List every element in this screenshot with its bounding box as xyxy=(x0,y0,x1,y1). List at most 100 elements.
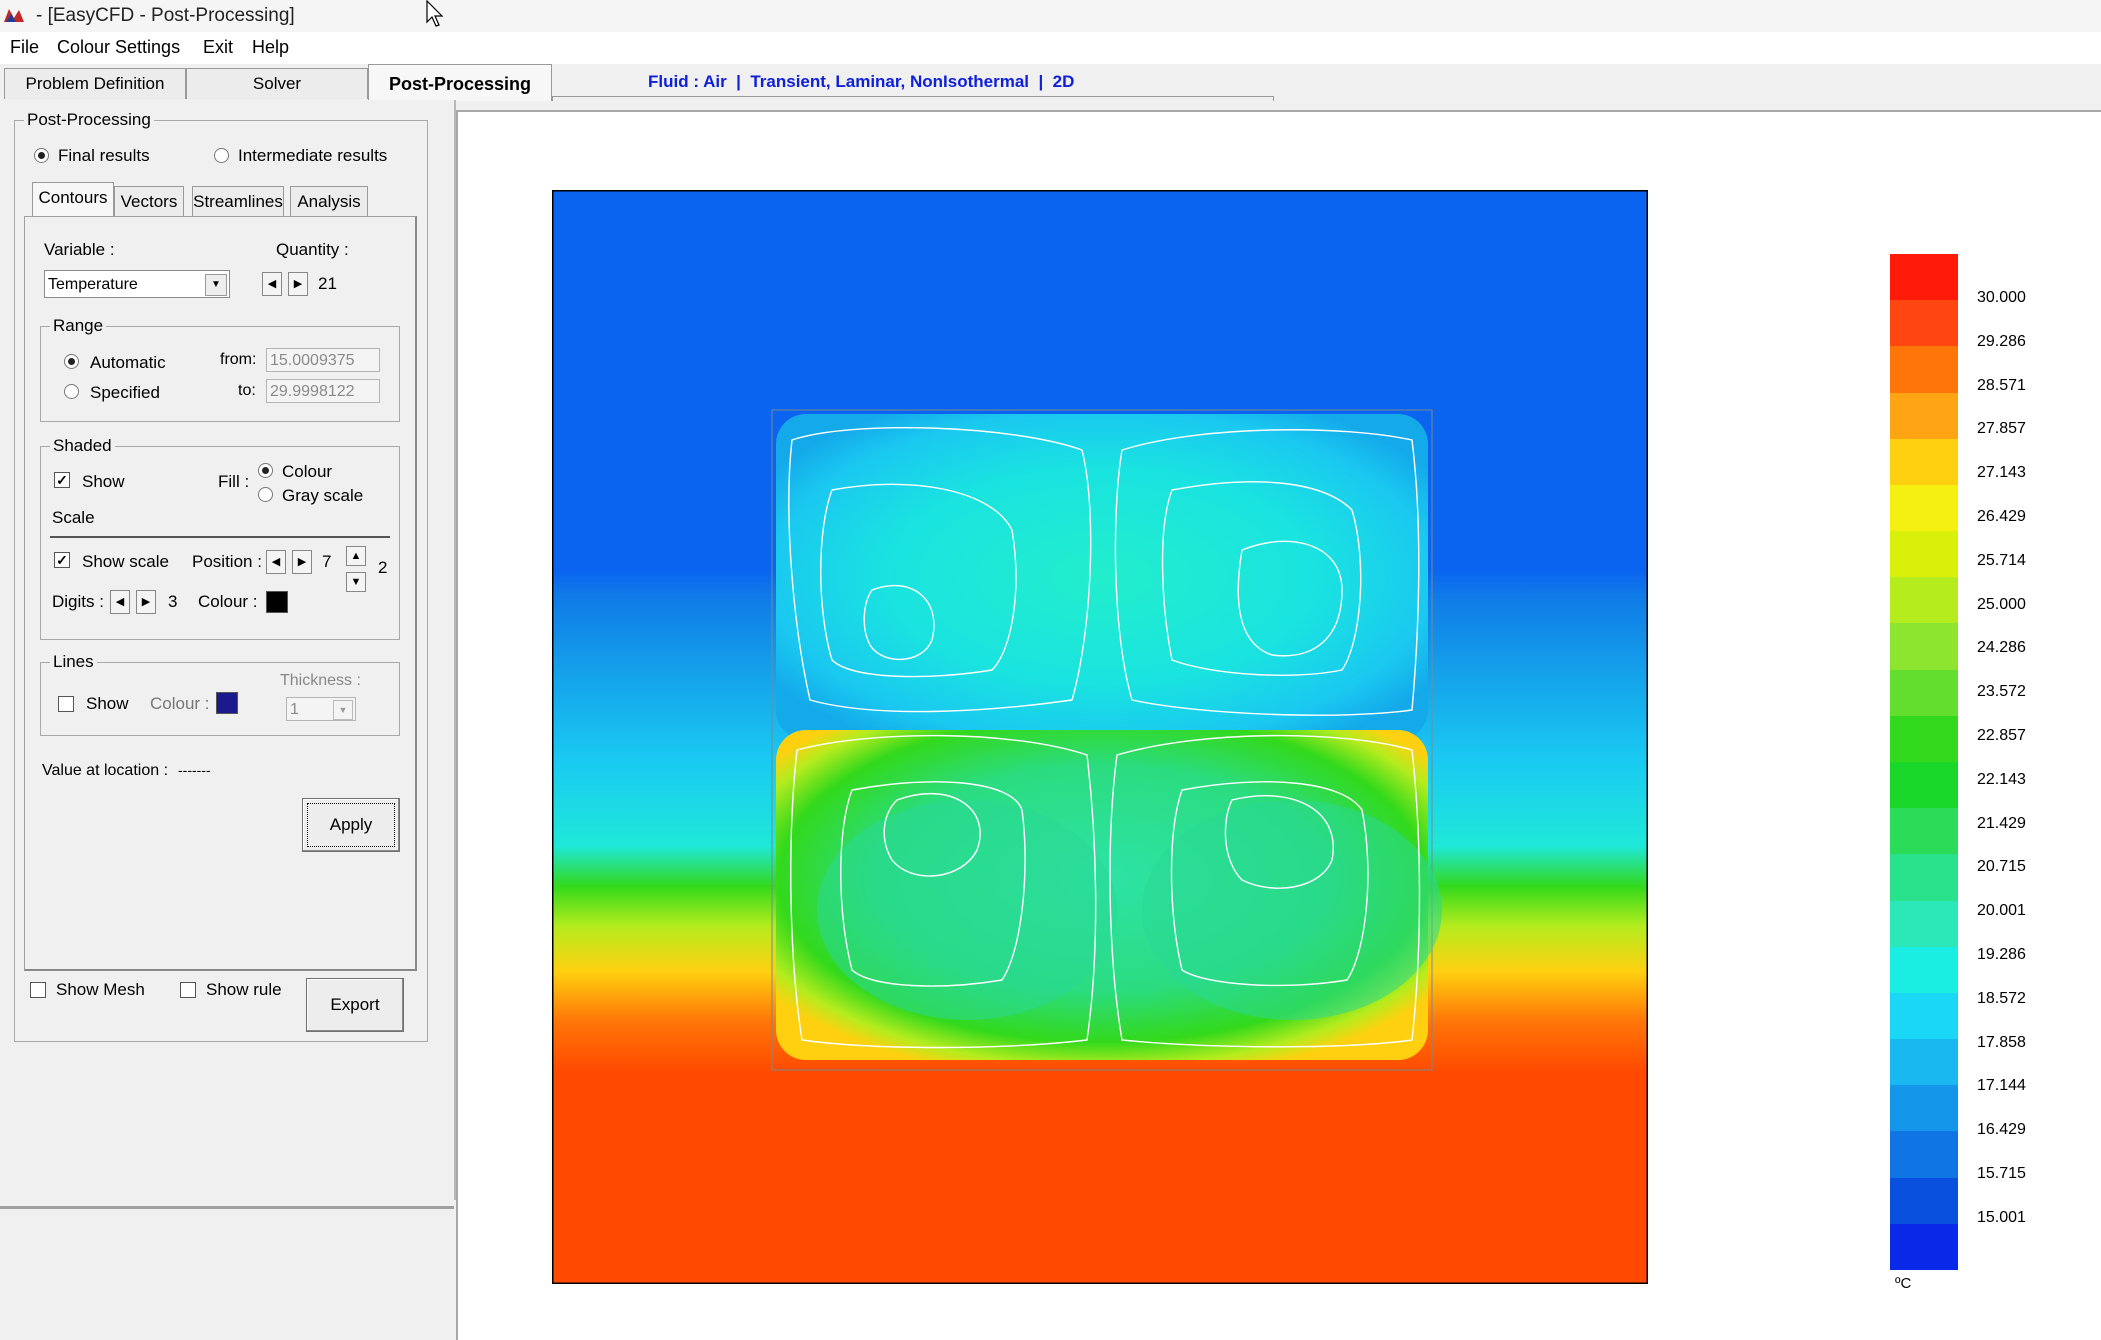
lower-right-cell-core xyxy=(1142,800,1442,1020)
digits-value: 3 xyxy=(168,592,178,611)
colorbar-segment xyxy=(1890,1085,1958,1132)
lines-colour-swatch[interactable] xyxy=(216,692,238,714)
range-from-label: from: xyxy=(220,351,257,368)
thickness-value: 1 xyxy=(290,701,299,718)
colorbar-tick-label: 17.144 xyxy=(1977,1077,2026,1095)
quantity-decrease-button[interactable]: ◀ xyxy=(262,272,282,296)
apply-button[interactable]: Apply xyxy=(302,798,400,852)
main-tab-row: Problem Definition Solver Post-Processin… xyxy=(0,64,2101,101)
export-button[interactable]: Export xyxy=(306,978,404,1032)
colorbar-tick-label: 24.286 xyxy=(1977,639,2026,657)
final-results-radio[interactable] xyxy=(34,148,49,163)
title-bar: - [EasyCFD - Post-Processing] xyxy=(0,0,2101,32)
colorbar-segment xyxy=(1890,992,1958,1040)
tab-problem-definition[interactable]: Problem Definition xyxy=(4,68,186,99)
colorbar-segment xyxy=(1890,1039,1958,1086)
menu-colour-settings[interactable]: Colour Settings xyxy=(57,37,180,58)
range-automatic-label: Automatic xyxy=(90,353,166,372)
subtab-analysis[interactable]: Analysis xyxy=(290,186,368,217)
colorbar-tick-label: 22.857 xyxy=(1977,727,2026,744)
thickness-label: Thickness : xyxy=(280,672,361,689)
colorbar-segment xyxy=(1890,1177,1958,1225)
subtab-streamlines[interactable]: Streamlines xyxy=(192,186,284,217)
digits-label: Digits : xyxy=(52,592,104,611)
menu-exit[interactable]: Exit xyxy=(203,37,233,58)
scale-divider xyxy=(50,536,390,538)
digits-increase-button[interactable]: ▶ xyxy=(136,590,156,614)
scale-colour-swatch[interactable] xyxy=(266,591,288,613)
colorbar-unit: ºC xyxy=(1895,1275,1912,1292)
colorbar-tick-label: 17.858 xyxy=(1977,1033,2026,1051)
colorbar-tick-label: 27.143 xyxy=(1977,464,2026,482)
variable-value: Temperature xyxy=(48,276,138,293)
value-at-location-label: Value at location : xyxy=(42,762,169,779)
app-logo-icon xyxy=(4,9,24,22)
fill-label: Fill : xyxy=(218,472,250,491)
show-mesh-checkbox[interactable] xyxy=(30,982,46,998)
menu-bar: File Colour Settings Exit Help xyxy=(0,32,2101,65)
tab-solver[interactable]: Solver xyxy=(186,68,368,99)
post-processing-group-title: Post-Processing xyxy=(24,110,154,130)
colorbar xyxy=(1890,254,1958,1271)
tab-strip-edge xyxy=(552,96,1274,101)
show-scale-checkbox[interactable]: ✓ xyxy=(54,552,70,568)
variable-label: Variable : xyxy=(44,240,115,259)
position-decrease-button[interactable]: ◀ xyxy=(266,550,286,574)
colorbar-segment xyxy=(1890,346,1958,394)
show-mesh-label: Show Mesh xyxy=(56,980,145,999)
colorbar-segment xyxy=(1890,669,1958,717)
intermediate-results-label: Intermediate results xyxy=(238,146,388,165)
position-down-button[interactable]: ▼ xyxy=(346,572,366,592)
chevron-down-icon[interactable]: ▼ xyxy=(333,700,353,720)
range-specified-radio[interactable] xyxy=(64,384,79,399)
range-automatic-radio[interactable] xyxy=(64,354,79,369)
final-results-label: Final results xyxy=(58,146,150,165)
lower-left-cell-core xyxy=(817,800,1117,1020)
colorbar-tick-label: 23.572 xyxy=(1977,683,2026,701)
menu-help[interactable]: Help xyxy=(252,37,289,58)
colorbar-segment xyxy=(1890,946,1958,994)
range-from-field[interactable]: 15.0009375 xyxy=(266,348,380,372)
scale-colour-label: Colour : xyxy=(198,592,258,611)
menu-file[interactable]: File xyxy=(10,37,39,58)
lines-show-label: Show xyxy=(86,694,129,713)
fill-gray-scale-radio[interactable] xyxy=(258,487,273,502)
variable-select[interactable]: Temperature ▼ xyxy=(44,270,230,298)
position-up-button[interactable]: ▲ xyxy=(346,546,366,566)
range-to-field[interactable]: 29.9998122 xyxy=(266,379,380,403)
shaded-show-checkbox[interactable]: ✓ xyxy=(54,472,70,488)
mouse-cursor-icon xyxy=(426,0,444,27)
subtab-vectors[interactable]: Vectors xyxy=(114,186,184,217)
quantity-increase-button[interactable]: ▶ xyxy=(288,272,308,296)
colorbar-segment xyxy=(1890,438,1958,486)
value-at-location-value: ------- xyxy=(178,762,211,778)
quantity-label: Quantity : xyxy=(276,240,349,259)
colorbar-segment xyxy=(1890,808,1958,855)
lines-group-title: Lines xyxy=(50,652,97,672)
intermediate-results-radio[interactable] xyxy=(214,148,229,163)
position-increase-button[interactable]: ▶ xyxy=(292,550,312,574)
colorbar-segment xyxy=(1890,484,1958,532)
shaded-group-title: Shaded xyxy=(50,436,115,456)
tab-post-processing[interactable]: Post-Processing xyxy=(368,64,552,101)
panel-splitter[interactable] xyxy=(0,1206,454,1209)
chevron-down-icon[interactable]: ▼ xyxy=(205,274,227,296)
range-specified-label: Specified xyxy=(90,383,160,402)
fill-colour-label: Colour xyxy=(282,462,333,481)
show-rule-checkbox[interactable] xyxy=(180,982,196,998)
colorbar-tick-label: 21.429 xyxy=(1977,814,2026,832)
colorbar-segment xyxy=(1890,1131,1958,1179)
fill-colour-radio[interactable] xyxy=(258,463,273,478)
colorbar-segment xyxy=(1890,254,1958,301)
colorbar-segment xyxy=(1890,1223,1958,1271)
lines-show-checkbox[interactable] xyxy=(58,696,74,712)
colorbar-tick-label: 25.714 xyxy=(1977,551,2026,569)
colorbar-segment xyxy=(1890,531,1958,578)
temperature-contour-plot[interactable] xyxy=(552,190,1648,1284)
position-value: 7 xyxy=(322,552,332,571)
thickness-select[interactable]: 1 ▼ xyxy=(286,697,356,721)
colorbar-segment xyxy=(1890,900,1958,948)
subtab-contours[interactable]: Contours xyxy=(32,182,114,217)
colorbar-tick-label: 15.001 xyxy=(1977,1208,2026,1226)
digits-decrease-button[interactable]: ◀ xyxy=(110,590,130,614)
